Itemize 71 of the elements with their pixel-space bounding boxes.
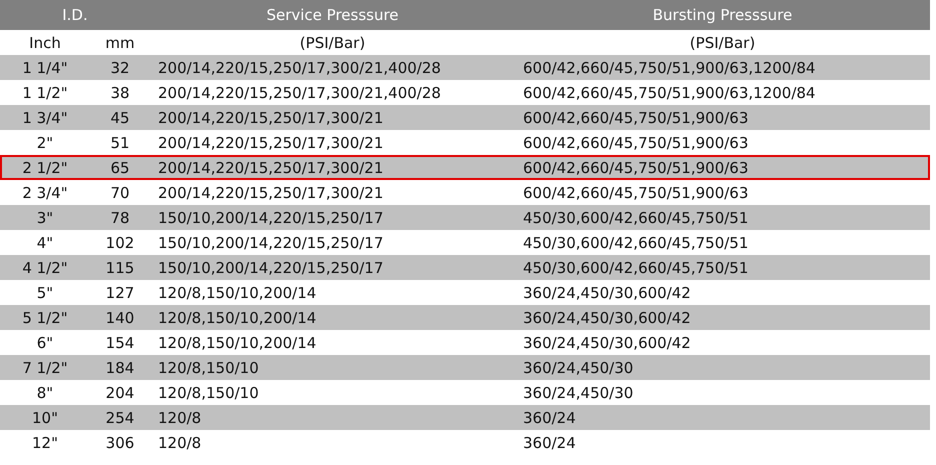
table-cell: 10" <box>32 408 58 426</box>
table-cell: 5 1/2" <box>22 308 68 326</box>
table-cell-text: 120/8,150/10 <box>157 384 259 402</box>
table-cell: 78 <box>110 208 130 226</box>
table-cell: 7 1/2" <box>22 358 68 376</box>
table-cell-text: 600/42,660/45,750/51,900/63 <box>522 158 748 176</box>
table-cell-text: 360/24,450/30,600/42 <box>522 334 691 352</box>
table-cell-text: 360/24,450/30,600/42 <box>522 308 691 326</box>
table-cell-text: 360/24 <box>522 408 576 426</box>
table-cell-text: 120/8,150/10 <box>157 358 259 376</box>
column-subheader: (PSI/Bar) <box>300 34 366 52</box>
table-cell: 306 <box>106 434 134 452</box>
table-cell: 102 <box>106 234 134 252</box>
table-cell-text: 600/42,660/45,750/51,900/63 <box>522 134 748 152</box>
table-cell-text: 450/30,600/42,660/45,750/51 <box>522 208 748 226</box>
column-header: Bursting Presssure <box>652 6 792 24</box>
table-cell-text: 150/10,200/14,220/15,250/17 <box>157 208 384 226</box>
table-cell-text: 200/14,220/15,250/17,300/21 <box>157 184 384 202</box>
table-cell: 5" <box>36 284 54 302</box>
table-cell-text: 200/14,220/15,250/17,300/21,400/28 <box>157 58 441 76</box>
table-cell: 38 <box>110 84 130 102</box>
table-cell: 12" <box>32 434 58 452</box>
table-cell-text: 200/14,220/15,250/17,300/21,400/28 <box>157 84 441 102</box>
table-cell: 154 <box>106 334 134 352</box>
table-cell-text: 360/24 <box>522 434 576 452</box>
column-header: I.D. <box>62 6 88 24</box>
table-cell: 204 <box>106 384 134 402</box>
table-cell: 1 1/4" <box>22 58 68 76</box>
table-cell: 1 3/4" <box>22 108 68 126</box>
table-cell: 254 <box>106 408 134 426</box>
table-cell-text: 450/30,600/42,660/45,750/51 <box>522 258 748 276</box>
table-cell: 2" <box>36 134 54 152</box>
table-cell: 4" <box>36 234 54 252</box>
column-subheader: mm <box>105 34 135 52</box>
table-cell: 8" <box>36 384 54 402</box>
table-cell-text: 120/8,150/10,200/14 <box>157 308 316 326</box>
table-cell-text: 200/14,220/15,250/17,300/21 <box>157 158 384 176</box>
table-cell: 32 <box>110 58 130 76</box>
table-cell: 70 <box>110 184 130 202</box>
column-subheader: (PSI/Bar) <box>690 34 756 52</box>
table-cell-text: 600/42,660/45,750/51,900/63,1200/84 <box>522 84 816 102</box>
table-cell-text: 600/42,660/45,750/51,900/63,1200/84 <box>522 58 816 76</box>
column-header: Service Presssure <box>266 6 399 24</box>
table-cell-text: 150/10,200/14,220/15,250/17 <box>157 258 384 276</box>
table-cell: 51 <box>110 134 130 152</box>
table-cell: 2 3/4" <box>22 184 68 202</box>
table-cell: 127 <box>106 284 134 302</box>
table-cell: 140 <box>106 308 134 326</box>
table-cell-text: 450/30,600/42,660/45,750/51 <box>522 234 748 252</box>
table-cell: 1 1/2" <box>22 84 68 102</box>
table-cell-text: 360/24,450/30 <box>522 384 634 402</box>
table-cell-text: 120/8 <box>157 434 202 452</box>
table-cell-text: 120/8,150/10,200/14 <box>157 284 316 302</box>
table-cell: 184 <box>106 358 134 376</box>
table-cell: 65 <box>110 158 130 176</box>
table-cell: 4 1/2" <box>22 258 68 276</box>
table-cell-text: 360/24,450/30 <box>522 358 634 376</box>
table-cell-text: 120/8,150/10,200/14 <box>157 334 316 352</box>
column-subheader: Inch <box>29 34 61 52</box>
table-cell-text: 600/42,660/45,750/51,900/63 <box>522 108 748 126</box>
table-cell: 6" <box>36 334 54 352</box>
table-cell-text: 200/14,220/15,250/17,300/21 <box>157 134 384 152</box>
table-cell: 115 <box>106 258 134 276</box>
table-cell: 3" <box>36 208 54 226</box>
table-cell-text: 200/14,220/15,250/17,300/21 <box>157 108 384 126</box>
table-cell-text: 120/8 <box>157 408 202 426</box>
table-cell: 2 1/2" <box>22 158 68 176</box>
table-cell-text: 360/24,450/30,600/42 <box>522 284 691 302</box>
table-cell: 45 <box>110 108 130 126</box>
table-cell-text: 150/10,200/14,220/15,250/17 <box>157 234 384 252</box>
table-cell-text: 600/42,660/45,750/51,900/63 <box>522 184 748 202</box>
